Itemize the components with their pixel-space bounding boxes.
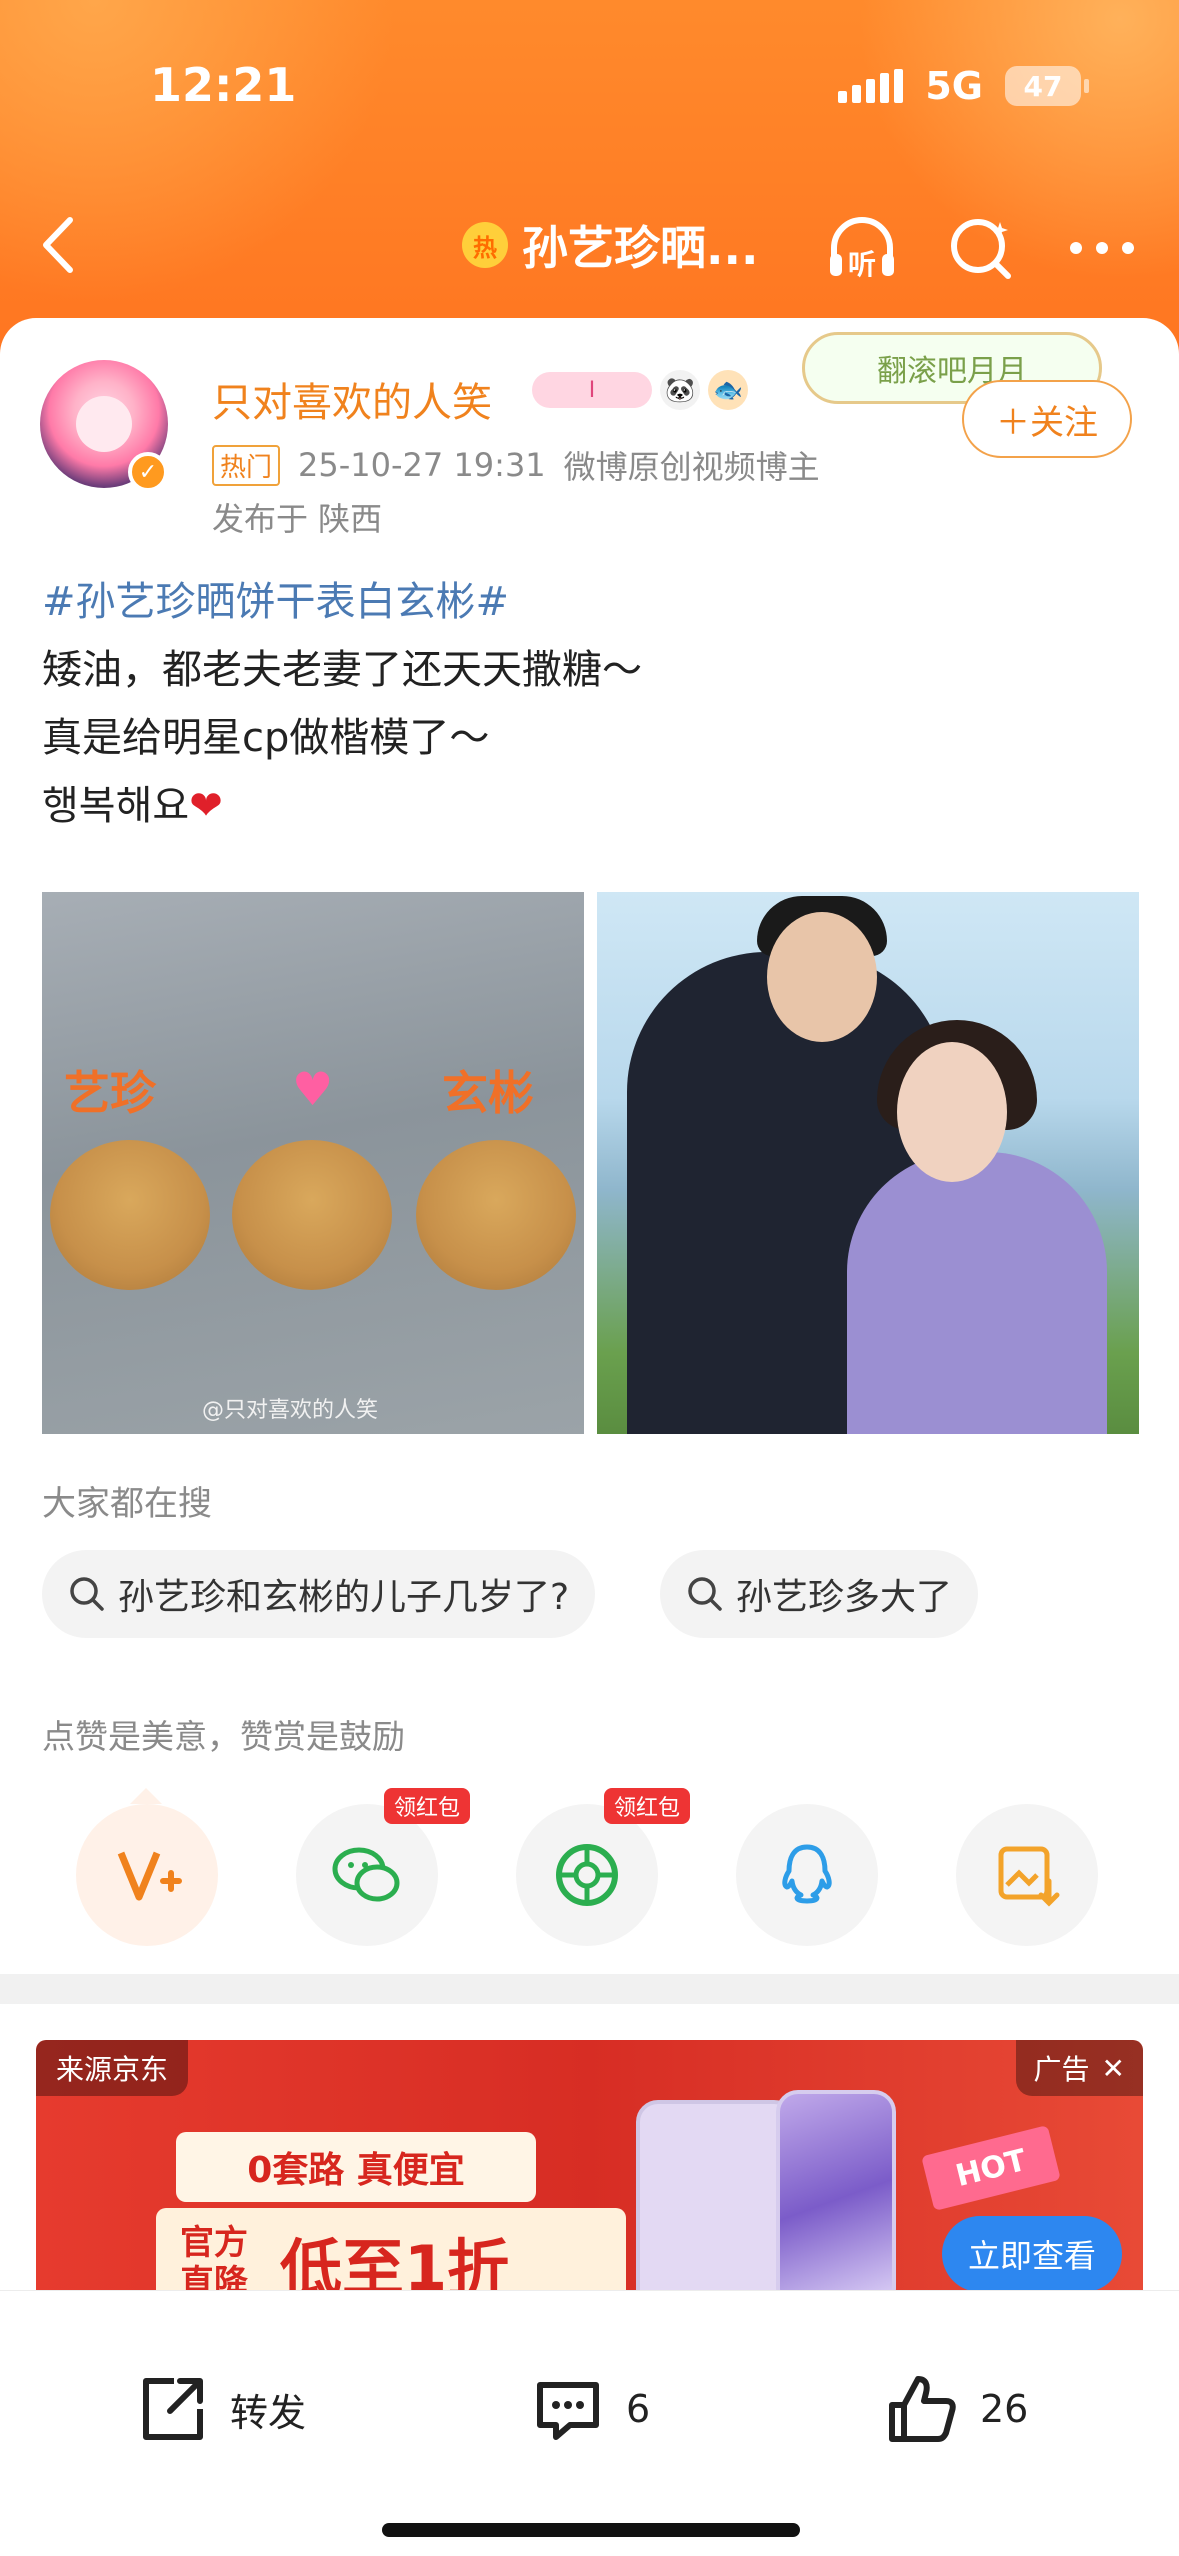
share-row: 领红包 领红包 [0,1788,1179,1948]
battery-level: 47 [1023,69,1063,103]
red-packet-tag: 领红包 [604,1788,691,1824]
section-divider [0,1974,1179,2004]
battery-icon: 47 [1005,66,1089,106]
ad-promo-big: 低至1折 [280,2232,510,2290]
image-watermark: @只对喜欢的人笑 [202,1398,379,1423]
listen-button[interactable]: 听 [822,208,902,288]
moments-icon [556,1844,618,1906]
hashtag-link[interactable]: #孙艺珍晒饼干表白玄彬# [42,579,509,625]
page-title-text: 孙艺珍晒... [522,221,759,275]
search-chip-label: 孙艺珍和玄彬的儿子几岁了? [118,1577,570,1618]
hot-topic-icon: 热 [462,222,508,268]
like-count: 26 [980,2387,1029,2431]
phone-image [776,2090,896,2290]
related-search-title: 大家都在搜 [42,1484,212,1524]
cookie-image [416,1140,576,1290]
home-indicator [382,2523,800,2537]
author-name[interactable]: 只对喜欢的人笑 [212,370,492,428]
headphones-icon: 听 [830,217,894,281]
repost-button[interactable]: 转发 [134,2371,306,2447]
save-image-icon [998,1846,1060,1907]
ad-close-button[interactable]: 广告 ✕ [1015,2040,1143,2096]
search-icon [688,1577,722,1611]
person-figure [847,1152,1107,1434]
post-line: 矮油，都老夫老妻了还天天撒糖～ [42,647,642,693]
thumbs-up-icon [889,2376,956,2442]
more-dots-icon [1070,242,1134,254]
search-chip[interactable]: 孙艺珍和玄彬的儿子几岁了? [42,1550,596,1638]
member-badge-icon: I [532,372,652,408]
ad-banner[interactable]: 来源京东 广告 ✕ 0套路 真便宜 官方直降 低至1折 HOT 立即查看 [36,2040,1143,2290]
status-indicators: 5G 47 [838,64,1089,108]
appreciate-caption: 点赞是美意，赞赏是鼓励 [42,1717,405,1756]
post-line: 真是给明星cp做楷模了～ [42,715,490,761]
red-packet-tag: 领红包 [384,1788,471,1824]
cookie-image [50,1140,210,1290]
status-time: 12:21 [150,58,297,112]
post-line: 행복해요 [42,783,190,829]
back-button[interactable] [30,210,90,280]
ad-promo-box: 官方直降 低至1折 [156,2208,626,2290]
ad-cta-button[interactable]: 立即查看 [942,2216,1122,2290]
comment-button[interactable]: 6 [530,2371,650,2447]
ad-hot-sign: HOT [921,2125,1061,2211]
panda-icon: 🐼 [660,370,700,410]
search-icon [951,219,1011,279]
post-image-couple[interactable] [597,892,1139,1434]
page-title: 热 孙艺珍晒... [462,212,758,278]
user-emblems: I 🐼 🐟 [532,370,748,410]
post-text: #孙艺珍晒饼干表白玄彬# 矮油，都老夫老妻了还天天撒糖～ 真是给明星cp做楷模了… [42,568,1142,840]
search-chip[interactable]: 孙艺珍多大了 [660,1550,979,1638]
cookie-caption-left: 艺珍 [64,1066,156,1120]
chevron-left-icon [43,217,73,273]
cookie-caption-right: 玄彬 [442,1066,534,1120]
reward-button[interactable] [76,1804,218,1946]
ad-promo-small: 官方直降 [180,2223,248,2290]
hot-tag: 热门 [212,444,281,486]
ad-tag-label: 广告 [1033,2053,1090,2086]
bottom-action-bar: 转发 6 26 [0,2290,1179,2556]
share-qq-button[interactable] [736,1804,878,1946]
cookie-image [232,1140,392,1290]
person-face [767,912,877,1042]
heart-icon: ❤ [189,783,223,829]
network-type: 5G [925,64,983,108]
post-time: 25-10-27 19:31 [298,446,546,484]
share-icon [143,2378,203,2440]
listen-label: 听 [848,248,876,281]
more-button[interactable] [1062,208,1142,288]
search-chip-label: 孙艺珍多大了 [736,1577,953,1618]
v-plus-icon [117,1851,182,1901]
post-source: 微博原创视频博主 [563,448,820,486]
wechat-icon [332,1847,400,1902]
fish-icon: 🐟 [708,370,748,410]
comment-icon [537,2382,599,2440]
save-image-button[interactable] [956,1804,1098,1946]
post-card: ✓ 只对喜欢的人笑 I 🐼 🐟 翻滚吧月月 ＋关注 热门 25-10-27 19… [0,318,1179,1958]
repost-label: 转发 [230,2390,307,2435]
share-wechat-button[interactable] [296,1804,438,1946]
post-location: 发布于 陕西 [212,500,383,538]
ad-source-label: 来源京东 [36,2040,189,2096]
share-moments-button[interactable] [516,1804,658,1946]
nav-bar: 热 孙艺珍晒... 听 [0,190,1179,300]
pink-heart-icon: ♥ [292,1062,334,1116]
pointer-triangle [130,1788,162,1804]
qq-icon [782,1844,832,1904]
search-icon [70,1577,104,1611]
close-icon: ✕ [1101,2051,1125,2085]
ad-slogan: 0套路 真便宜 [176,2132,536,2202]
like-button[interactable]: 26 [884,2371,1028,2447]
post-meta: 热门 25-10-27 19:31 微博原创视频博主 [212,442,820,488]
person-face [897,1042,1007,1182]
member-badge-text: I [588,377,596,403]
post-image-cookies[interactable]: 艺珍 玄彬 ♥ @只对喜欢的人笑 [42,892,584,1434]
verified-badge-icon: ✓ [128,452,168,492]
phone-image [636,2100,796,2290]
search-button[interactable] [942,208,1022,288]
comment-count: 6 [626,2387,651,2431]
avatar-face [76,396,132,452]
follow-button[interactable]: ＋关注 [962,380,1132,458]
signal-icon [838,69,904,103]
